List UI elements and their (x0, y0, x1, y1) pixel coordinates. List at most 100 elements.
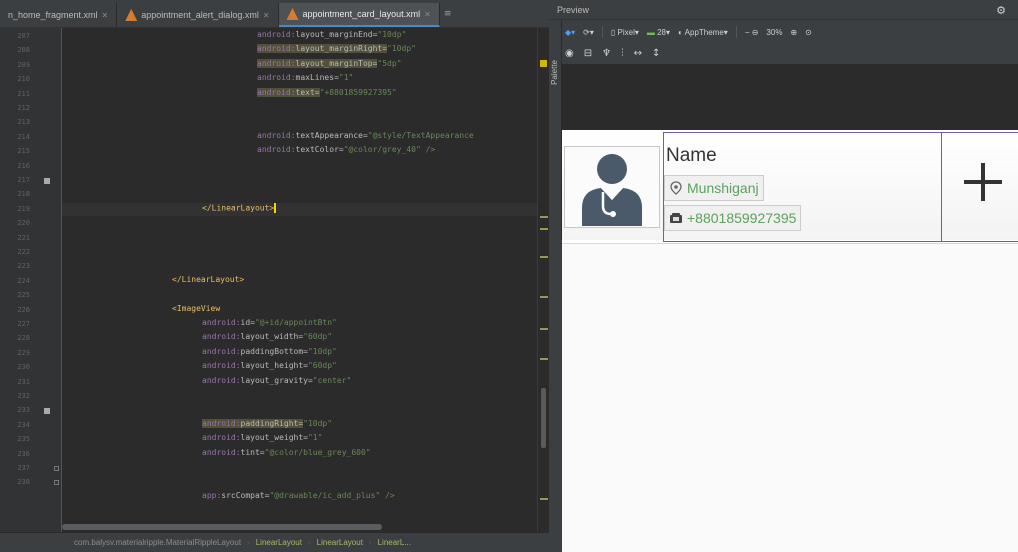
orientation-icon[interactable]: ⟳▾ (583, 28, 594, 37)
xml-attribute: maxLines= (295, 73, 339, 83)
gutter-marker-icon[interactable] (44, 178, 50, 184)
xml-value: "1" (338, 73, 354, 83)
code-line[interactable]: android:layout_gravity="center" (202, 376, 351, 385)
xml-attribute: layout_marginEnd= (295, 30, 378, 39)
code-line[interactable]: </LinearLayout> (202, 202, 277, 213)
code-line[interactable]: android:textAppearance="@style/TextAppea… (257, 131, 474, 140)
tab-home-fragment[interactable]: n_home_fragment.xml ✕ (0, 3, 118, 27)
tab-appointment-alert-dialog[interactable]: appointment_alert_dialog.xml ✕ (117, 3, 279, 27)
line-number: 235 (17, 435, 30, 444)
xml-attribute: text= (295, 87, 320, 97)
palette-label[interactable]: Palette (550, 60, 561, 85)
location-chip: Munshiganj (664, 175, 764, 201)
change-marker[interactable] (540, 358, 548, 360)
android-icon: ▬ (646, 27, 655, 37)
editor-marker-strip[interactable] (537, 28, 549, 532)
fold-icon[interactable] (54, 480, 59, 486)
line-number: 212 (17, 104, 30, 112)
close-icon[interactable]: ✕ (424, 10, 431, 19)
appointment-add-button[interactable] (942, 132, 1018, 242)
breadcrumb-item[interactable]: LinearLayout (317, 538, 363, 547)
xml-value: "+8801859927395" (319, 87, 397, 97)
preview-toolbar-secondary: ◉ ⊟ ♆ ⫶ ↔ ↕ (565, 44, 765, 62)
horizontal-scrollbar[interactable] (62, 524, 382, 530)
text-caret (274, 202, 277, 213)
close-icon[interactable]: ✕ (102, 11, 109, 20)
line-number: 208 (17, 46, 30, 55)
breadcrumb-item[interactable]: com.balysv.materialripple.MaterialRipple… (74, 538, 241, 547)
expand-vertical-icon[interactable]: ↕ (652, 48, 660, 59)
avatar[interactable] (564, 146, 660, 228)
zoom-fit-icon[interactable]: ⊙ (805, 28, 812, 37)
xml-value: "center" (312, 375, 352, 385)
code-line[interactable]: android:paddingRight="10dp" (202, 418, 332, 428)
palette-strip[interactable]: Palette (549, 20, 562, 240)
code-line[interactable]: android:layout_marginEnd="10dp" (257, 30, 406, 39)
change-marker[interactable] (540, 228, 548, 230)
editor-gutter: 207 208 209 210 211 212 213 214 215 216 217 218 219 2… (0, 28, 62, 532)
xml-tag: <ImageView (172, 303, 221, 313)
xml-namespace: android: (257, 30, 296, 39)
xml-value: "60dp" (307, 361, 337, 371)
xml-namespace: android: (202, 346, 241, 356)
code-line[interactable]: android:paddingBottom="10dp" (202, 347, 337, 356)
code-line[interactable]: android:id="@+id/appointBtn" (202, 318, 337, 327)
xml-value: "@color/grey_40" /> (343, 145, 436, 155)
xml-namespace: android: (202, 418, 241, 428)
device-selector[interactable]: ▯ Pixel▾ (611, 28, 639, 37)
fold-icon[interactable] (54, 466, 59, 471)
tab-appointment-card-layout[interactable]: appointment_card_layout.xml ✕ (278, 3, 440, 27)
code-line[interactable]: android:layout_marginRight="10dp" (257, 44, 416, 54)
gutter-marker-icon[interactable] (44, 408, 50, 415)
breadcrumb-item[interactable]: LinearL... (378, 538, 411, 547)
xml-attribute: layout_width= (240, 332, 304, 342)
constraint-icon[interactable]: ⫶ (621, 48, 624, 59)
code-line[interactable]: android:maxLines="1" (257, 73, 353, 82)
appointment-card[interactable]: Name Munshiganj +8801859927395 (562, 130, 1018, 244)
change-marker[interactable] (540, 296, 548, 298)
change-marker[interactable] (540, 498, 548, 500)
line-number: 209 (17, 60, 30, 69)
code-editor[interactable]: android:layout_marginEnd="10dp" android:l… (62, 28, 537, 532)
eye-icon[interactable]: ◉ (565, 48, 574, 59)
blueprint-icon[interactable]: ⊟ (584, 48, 592, 59)
design-mode-icon[interactable]: ◆▾ (565, 28, 575, 37)
zoom-level: 30% (766, 27, 783, 37)
code-line[interactable]: <ImageView (172, 304, 220, 313)
code-line[interactable]: app:srcCompat="@drawable/ic_add_plus" /> (202, 491, 395, 500)
theme-selector[interactable]: ◐ AppTheme▾ (678, 28, 728, 37)
vertical-scrollbar-thumb[interactable] (541, 388, 546, 448)
code-line[interactable]: android:layout_height="60dp" (202, 361, 337, 370)
line-number: 213 (17, 118, 30, 127)
gear-icon[interactable]: ⚙ (996, 4, 1006, 17)
line-number: 232 (17, 392, 30, 400)
expand-horizontal-icon[interactable]: ↔ (634, 48, 642, 59)
change-marker[interactable] (540, 256, 548, 258)
line-number: 236 (17, 449, 30, 458)
code-line[interactable]: android:layout_weight="1" (202, 433, 322, 442)
breadcrumb-separator: › (247, 538, 250, 547)
preview-toolbar: ◆▾ ⟳▾ ▯ Pixel▾ ▬ 28▾ ◐ AppTheme▾ − ⊖ 30%… (565, 22, 1015, 42)
xml-value: "1" (307, 433, 323, 443)
line-number: 233 (17, 406, 30, 415)
code-line[interactable]: android:layout_width="60dp" (202, 332, 332, 341)
add-plus-icon (964, 163, 1002, 201)
zoom-in-icon[interactable]: ⊕ (790, 28, 797, 37)
code-line[interactable]: android:text="+8801859927395" (257, 87, 397, 97)
code-line[interactable]: android:tint="@color/blue_grey_600" (202, 448, 371, 457)
code-line[interactable]: </LinearLayout> (172, 275, 244, 284)
code-line[interactable]: android:textColor="@color/grey_40" /> (257, 145, 435, 154)
magnet-icon[interactable]: ♆ (602, 48, 611, 59)
warning-marker[interactable] (540, 60, 547, 67)
close-icon[interactable]: ✕ (263, 11, 270, 20)
tab-overflow-icon[interactable]: ≡ (444, 9, 452, 19)
zoom-out-icon[interactable]: − ⊖ (745, 28, 759, 37)
doctor-avatar-icon (582, 154, 642, 226)
change-marker[interactable] (540, 328, 548, 330)
breadcrumb-item[interactable]: LinearLayout (256, 538, 302, 547)
api-selector[interactable]: ▬ 28▾ (647, 28, 670, 37)
line-number: 238 (17, 478, 30, 487)
tab-label: n_home_fragment.xml (8, 10, 98, 20)
code-line[interactable]: android:layout_marginTop="5dp" (257, 58, 402, 68)
change-marker[interactable] (540, 216, 548, 218)
